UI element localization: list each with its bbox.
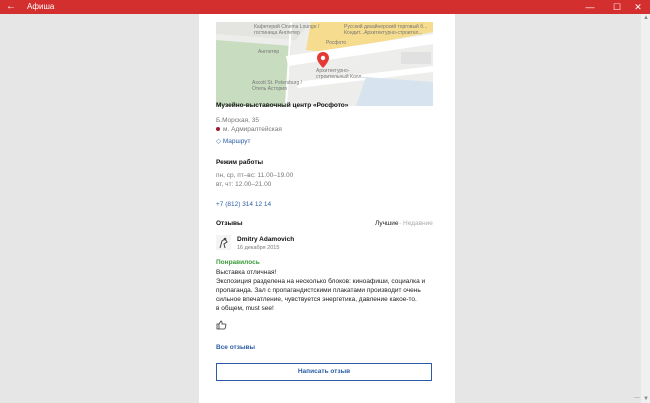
route-label: Маршрут <box>222 138 251 145</box>
review-verdict: Понравилось <box>216 259 260 266</box>
back-arrow-icon[interactable]: ← <box>6 1 16 13</box>
more-options-icon[interactable]: ... <box>634 393 640 400</box>
review-date: 16 декабря 2015 <box>237 245 280 251</box>
sort-recent-tab[interactable]: Недавние <box>403 220 433 227</box>
map-pin-icon[interactable] <box>317 52 329 68</box>
venue-address: Б.Морская, 35 <box>216 117 260 124</box>
review-text-line: в общем, must see! <box>216 305 274 312</box>
map-label: Кондит...Архитектурно-строител... <box>344 30 423 36</box>
map-label: Англетер <box>258 49 280 55</box>
sort-separator: · <box>399 220 402 227</box>
write-review-button[interactable]: Написать отзыв <box>216 363 432 381</box>
window-title: Афиша <box>27 2 55 11</box>
route-link[interactable]: ◇ Маршрут <box>216 137 251 145</box>
review-text-line: Выставка отличная! <box>216 269 277 276</box>
route-icon: ◇ <box>216 138 223 145</box>
scrollbar[interactable]: ▲ ▼ <box>641 14 650 403</box>
scroll-down-icon[interactable]: ▼ <box>643 396 649 402</box>
title-bar: ← Афиша — ☐ ✕ <box>0 0 650 14</box>
review-text-line: Экспозиция разделена на несколько блоков… <box>216 278 426 285</box>
user-avatar[interactable] <box>216 235 231 250</box>
venue-map[interactable]: Кафетерий Cinema Lounge / гостиница Англ… <box>216 22 433 106</box>
close-button[interactable]: ✕ <box>626 0 650 14</box>
event-details-panel: Кафетерий Cinema Lounge / гостиница Англ… <box>199 14 455 403</box>
venue-name: Музейно-выставочный центр «Росфото» <box>216 102 349 109</box>
all-reviews-link[interactable]: Все отзывы <box>216 344 255 351</box>
map-label: строительный Колл... <box>316 74 366 80</box>
hours-line: пн, ср, пт–вс: 11.00–19.00 <box>216 172 294 179</box>
map-label: Росфото <box>326 40 347 46</box>
phone-link[interactable]: +7 (812) 314 12 14 <box>216 201 271 208</box>
sort-best-tab[interactable]: Лучшие <box>375 220 398 227</box>
reviews-heading: Отзывы <box>216 220 243 227</box>
like-icon[interactable] <box>216 320 227 330</box>
hours-heading: Режим работы <box>216 159 264 166</box>
map-label: Отель Астория <box>252 86 287 92</box>
review-text-line: пропаганда. Зал с пропагандистскими плак… <box>216 287 421 294</box>
scroll-up-icon[interactable]: ▲ <box>643 15 649 21</box>
minimize-button[interactable]: — <box>578 0 602 14</box>
metro-station: м. Адмиралтейская <box>216 126 282 133</box>
metro-name: м. Адмиралтейская <box>223 126 282 133</box>
hours-line: вт, чт: 12.00–21.00 <box>216 181 272 188</box>
review-author[interactable]: Dmitry Adamovich <box>237 236 294 243</box>
review-text-line: сильное впечатление, чувствуется энергет… <box>216 296 417 303</box>
metro-icon <box>216 127 220 132</box>
map-label: гостиница Англетер <box>254 30 300 36</box>
